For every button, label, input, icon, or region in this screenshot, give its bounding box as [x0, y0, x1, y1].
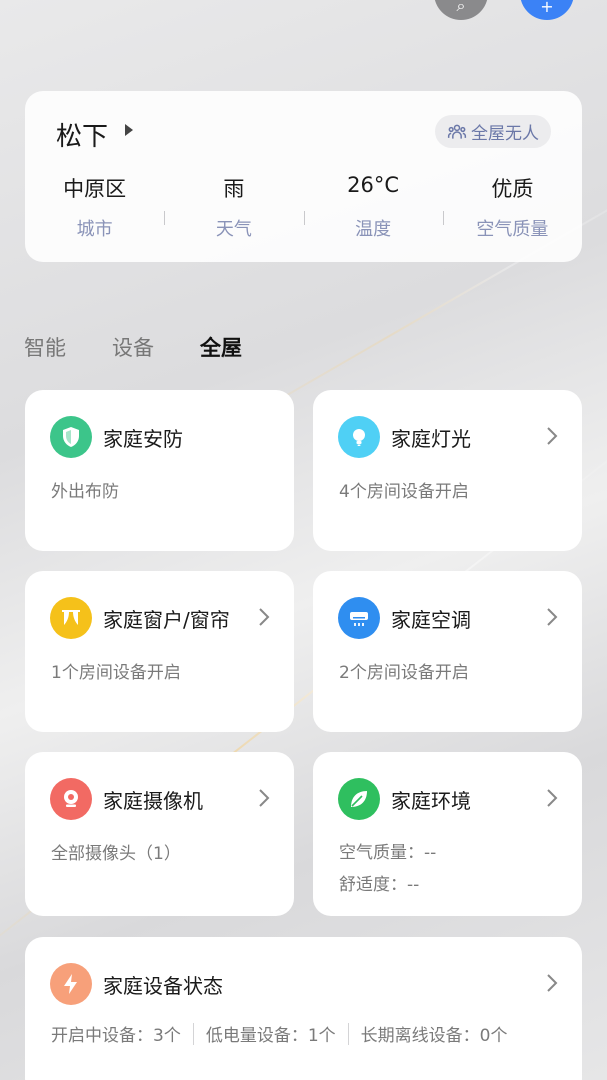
- offline-count: 长期离线设备：0个: [360, 1026, 508, 1046]
- stat-value: 26°C: [347, 173, 400, 197]
- card-home-camera[interactable]: 家庭摄像机 全部摄像头（1）: [25, 752, 294, 916]
- card-device-status[interactable]: 家庭设备状态 开启中设备：3个 低电量设备：1个 长期离线设备：0个: [25, 937, 582, 1080]
- stat-label: 空气质量: [476, 219, 549, 240]
- stat-label: 城市: [76, 219, 113, 240]
- bulb-icon: [338, 416, 380, 458]
- chevron-right-icon: [547, 427, 558, 445]
- search-icon: ⌕: [456, 0, 466, 15]
- add-button[interactable]: +: [520, 0, 574, 20]
- chevron-right-icon: [547, 974, 558, 992]
- presence-badge[interactable]: 全屋无人: [435, 115, 551, 148]
- devices-on-count: 开启中设备：3个: [51, 1026, 181, 1046]
- stat-temperature: 26°C 温度: [303, 173, 443, 243]
- card-title: 家庭空调: [391, 608, 471, 632]
- people-icon: [447, 124, 467, 139]
- air-quality-reading: 空气质量：--: [339, 843, 437, 863]
- card-title: 家庭设备状态: [103, 974, 223, 998]
- card-home-environment[interactable]: 家庭环境 空气质量：-- 舒适度：--: [313, 752, 582, 916]
- shield-icon: [50, 416, 92, 458]
- home-name[interactable]: 松下: [56, 116, 108, 153]
- curtain-icon: [50, 597, 92, 639]
- tab-smart[interactable]: 智能: [24, 332, 66, 362]
- card-subtitle: 全部摄像头（1）: [51, 844, 181, 864]
- card-home-windows[interactable]: 家庭窗户/窗帘 1个房间设备开启: [25, 571, 294, 732]
- tab-whole-house[interactable]: 全屋: [200, 332, 242, 362]
- card-home-ac[interactable]: 家庭空调 2个房间设备开启: [313, 571, 582, 732]
- stat-value: 优质: [491, 177, 534, 201]
- leaf-icon: [338, 778, 380, 820]
- device-status-row: 开启中设备：3个 低电量设备：1个 长期离线设备：0个: [51, 1021, 507, 1046]
- chevron-right-icon: [259, 789, 270, 807]
- card-title: 家庭摄像机: [103, 789, 203, 813]
- stat-city: 中原区 城市: [25, 173, 164, 243]
- chevron-right-icon: [547, 608, 558, 626]
- home-summary-card[interactable]: 松下 全屋无人 中原区 城市 雨 天气 26°C 温度 优质 空气质量: [25, 91, 582, 262]
- low-battery-count: 低电量设备：1个: [205, 1026, 336, 1046]
- bolt-icon: [50, 963, 92, 1005]
- chevron-right-icon: [259, 608, 270, 626]
- card-subtitle: 2个房间设备开启: [339, 663, 469, 683]
- divider: [347, 1022, 349, 1045]
- tab-bar: 智能 设备 全屋: [24, 332, 242, 362]
- stat-weather: 雨 天气: [164, 173, 303, 243]
- card-subtitle: 外出布防: [51, 482, 119, 502]
- card-subtitle: 4个房间设备开启: [339, 482, 469, 502]
- card-subtitle: 1个房间设备开启: [51, 663, 181, 683]
- tab-devices[interactable]: 设备: [112, 332, 154, 362]
- card-title: 家庭灯光: [391, 427, 471, 451]
- divider: [192, 1022, 194, 1045]
- plus-icon: +: [540, 0, 554, 16]
- card-title: 家庭窗户/窗帘: [103, 608, 230, 632]
- home-stats: 中原区 城市 雨 天气 26°C 温度 优质 空气质量: [25, 173, 582, 243]
- camera-icon: [50, 778, 92, 820]
- stat-air-quality: 优质 空气质量: [442, 173, 582, 243]
- search-button[interactable]: ⌕: [434, 0, 488, 20]
- card-home-lighting[interactable]: 家庭灯光 4个房间设备开启: [313, 390, 582, 551]
- card-home-security[interactable]: 家庭安防 外出布防: [25, 390, 294, 551]
- card-title: 家庭环境: [391, 789, 471, 813]
- stat-label: 天气: [215, 219, 252, 240]
- ac-icon: [338, 597, 380, 639]
- card-title: 家庭安防: [103, 427, 183, 451]
- stat-value: 中原区: [63, 177, 127, 201]
- home-switch-arrow-icon[interactable]: [125, 124, 133, 136]
- stat-value: 雨: [223, 177, 245, 201]
- stat-label: 温度: [355, 219, 392, 240]
- chevron-right-icon: [547, 789, 558, 807]
- presence-label: 全屋无人: [471, 124, 539, 144]
- comfort-reading: 舒适度：--: [339, 875, 420, 895]
